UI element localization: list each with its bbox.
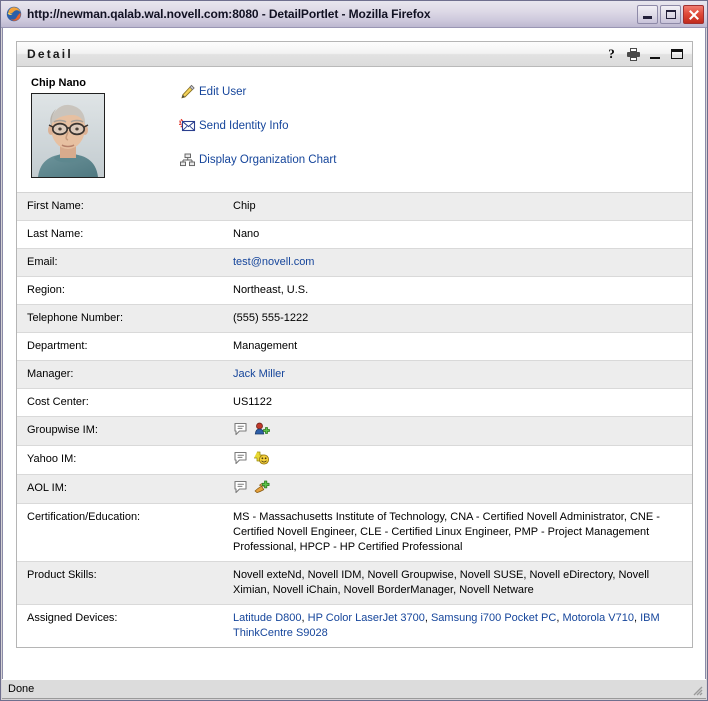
row-value: Management [233, 332, 692, 361]
row-value: test@novell.com [233, 248, 692, 277]
row-label: Yahoo IM: [17, 445, 233, 475]
detail-portlet: Detail ? Chip Nano Edit User Send Identi… [16, 41, 693, 648]
table-row: Product Skills: Novell exteNd, Novell ID… [17, 561, 692, 605]
minimize-icon[interactable] [649, 47, 662, 61]
org-chart-icon [179, 152, 196, 168]
row-value [233, 474, 692, 504]
help-icon[interactable]: ? [605, 47, 618, 61]
table-row: Manager: Jack Miller [17, 360, 692, 389]
row-label: Groupwise IM: [17, 416, 233, 446]
row-value: (555) 555-1222 [233, 304, 692, 333]
row-label: Email: [17, 248, 233, 277]
device-link[interactable]: Samsung i700 Pocket PC [431, 612, 556, 624]
row-label: Last Name: [17, 220, 233, 249]
resize-grip[interactable] [690, 683, 704, 697]
row-value: Latitude D800, HP Color LaserJet 3700, S… [233, 605, 692, 648]
chat-bubble-icon[interactable] [233, 451, 248, 470]
firefox-icon [6, 6, 22, 22]
browser-window: http://newman.qalab.wal.novell.com:8080 … [0, 0, 708, 701]
row-value: Chip [233, 193, 692, 221]
action-label[interactable]: Send Identity Info [199, 120, 289, 132]
table-row: Email: test@novell.com [17, 248, 692, 277]
browser-statusbar: Done [2, 679, 706, 699]
person-name: Chip Nano [31, 77, 86, 89]
device-link[interactable]: HP Color LaserJet 3700 [308, 612, 425, 624]
add-groupwise-contact-icon[interactable] [254, 422, 270, 441]
portlet-header: Detail ? [17, 42, 692, 67]
row-value: Nano [233, 220, 692, 249]
row-value [233, 445, 692, 475]
table-row: First Name: Chip [17, 193, 692, 221]
row-label: Region: [17, 276, 233, 305]
table-row: Cost Center: US1122 [17, 388, 692, 417]
row-label: Telephone Number: [17, 304, 233, 333]
table-row: Department: Management [17, 332, 692, 361]
print-icon[interactable] [627, 47, 640, 61]
row-value: Novell exteNd, Novell IDM, Novell Groupw… [233, 561, 692, 605]
table-row: Certification/Education: MS - Massachuse… [17, 503, 692, 562]
table-row: AOL IM: [17, 474, 692, 504]
portlet-header-icons: ? [605, 47, 684, 61]
window-minimize-button[interactable] [637, 4, 658, 24]
row-label: Certification/Education: [17, 503, 233, 562]
action-display-organization-chart[interactable]: Display Organization Chart [179, 151, 692, 168]
row-label: Assigned Devices: [27, 612, 118, 624]
row-label: AOL IM: [17, 474, 233, 504]
envelope-icon [178, 118, 196, 134]
photo-column: Chip Nano [29, 77, 121, 178]
action-label[interactable]: Display Organization Chart [199, 154, 336, 166]
action-label[interactable]: Edit User [199, 86, 246, 98]
window-maximize-button[interactable] [660, 4, 681, 24]
window-buttons [637, 4, 704, 24]
chat-bubble-icon[interactable] [233, 480, 248, 499]
table-row: Last Name: Nano [17, 220, 692, 249]
portlet-title: Detail [27, 47, 73, 61]
action-edit-user[interactable]: Edit User [179, 83, 692, 100]
page-content: Detail ? Chip Nano Edit User Send Identi… [3, 28, 705, 679]
groupwise-im-icons [233, 422, 678, 441]
add-aol-contact-icon[interactable] [254, 480, 270, 499]
row-label: Manager: [17, 360, 233, 389]
table-row: Yahoo IM: [17, 445, 692, 475]
table-row: Groupwise IM: [17, 416, 692, 446]
row-label: Department: [17, 332, 233, 361]
detail-table: First Name: Chip Last Name: Nano Email: … [17, 193, 692, 647]
pencil-icon [179, 84, 196, 100]
row-value [233, 416, 692, 446]
browser-viewport: Detail ? Chip Nano Edit User Send Identi… [2, 28, 706, 679]
row-value: MS - Massachusetts Institute of Technolo… [233, 503, 692, 562]
window-title: http://newman.qalab.wal.novell.com:8080 … [27, 7, 431, 21]
detail-table-body: First Name: Chip Last Name: Nano Email: … [17, 193, 692, 647]
status-text: Done [8, 683, 35, 695]
yahoo-im-icons [233, 451, 678, 470]
avatar [31, 93, 105, 178]
table-row: Assigned Devices: Latitude D800, HP Colo… [17, 604, 692, 648]
row-value: US1122 [233, 388, 692, 417]
email-link[interactable]: test@novell.com [233, 256, 314, 268]
profile-actions: Edit User Send Identity Info Display Org… [121, 77, 692, 178]
maximize-icon[interactable] [671, 47, 684, 61]
row-value: Northeast, U.S. [233, 276, 692, 305]
profile-section: Chip Nano Edit User Send Identity Info D… [17, 67, 692, 193]
action-send-identity-info[interactable]: Send Identity Info [178, 117, 692, 134]
window-titlebar[interactable]: http://newman.qalab.wal.novell.com:8080 … [1, 1, 707, 28]
table-row: Telephone Number: (555) 555-1222 [17, 304, 692, 333]
row-label: Product Skills: [17, 561, 233, 605]
device-link[interactable]: Motorola V710 [562, 612, 634, 624]
device-link[interactable]: Latitude D800 [233, 612, 302, 624]
row-label: First Name: [17, 193, 233, 221]
chat-bubble-icon[interactable] [233, 422, 248, 441]
table-row: Region: Northeast, U.S. [17, 276, 692, 305]
manager-link[interactable]: Jack Miller [233, 368, 285, 380]
row-value: Jack Miller [233, 360, 692, 389]
aol-im-icons [233, 480, 678, 499]
window-close-button[interactable] [683, 4, 704, 24]
row-label: Cost Center: [17, 388, 233, 417]
add-yahoo-contact-icon[interactable] [254, 451, 270, 470]
